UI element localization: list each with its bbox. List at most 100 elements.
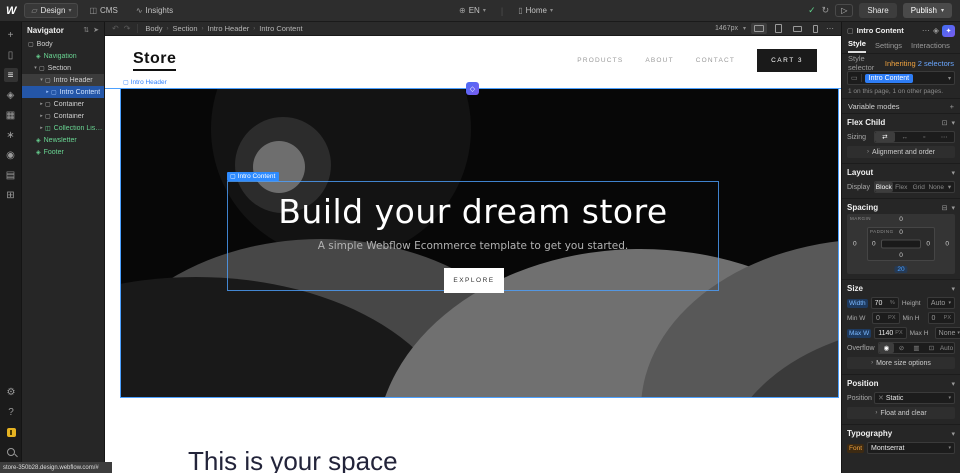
min-width-unit[interactable]: PX xyxy=(888,315,895,321)
chevron-down-icon[interactable]: ▾ xyxy=(951,430,955,438)
create-component-icon[interactable]: ◈ xyxy=(933,26,939,35)
navigator-item-intro-content[interactable]: ▸ ▢ Intro Content xyxy=(22,86,104,98)
expander-icon[interactable]: ▸ xyxy=(38,101,45,107)
max-width-unit[interactable]: PX xyxy=(895,330,902,336)
margin-bottom-value[interactable]: 20 xyxy=(894,266,907,273)
overflow-auto-option[interactable]: Auto xyxy=(939,343,954,353)
redo-icon[interactable]: ↷ xyxy=(124,24,131,33)
navigator-item-section[interactable]: ▾ ▢ Section xyxy=(22,62,104,74)
padding-left-value[interactable]: 0 xyxy=(872,241,876,248)
font-label[interactable]: Font xyxy=(847,444,864,453)
nav-link-about[interactable]: ABOUT xyxy=(645,57,673,64)
overflow-clip-icon[interactable]: ⊡ xyxy=(924,343,939,353)
min-height-unit[interactable]: PX xyxy=(944,315,951,321)
breakpoint-indicator-icon[interactable]: ▭ xyxy=(851,74,862,82)
explore-button[interactable]: EXPLORE xyxy=(444,268,504,293)
insights-button[interactable]: ∿ Insights xyxy=(129,4,180,17)
max-width-input[interactable]: 1140 PX xyxy=(874,327,906,339)
search-icon[interactable] xyxy=(4,445,18,459)
breakpoint-tablet-icon[interactable] xyxy=(772,22,785,35)
add-element-icon[interactable]: + xyxy=(4,28,18,42)
max-width-label[interactable]: Max W xyxy=(847,329,871,338)
max-height-input[interactable]: None ▾ xyxy=(935,327,960,339)
preview-button[interactable]: ▷ xyxy=(835,4,853,17)
class-token[interactable]: Intro Content xyxy=(865,74,913,83)
design-mode-button[interactable]: ▱ Design ▾ xyxy=(24,3,78,18)
width-label[interactable]: Width xyxy=(847,299,868,308)
add-variable-mode-icon[interactable]: + xyxy=(950,102,954,111)
padding-right-value[interactable]: 0 xyxy=(926,241,930,248)
min-width-input[interactable]: 0 PX xyxy=(872,312,900,324)
language-selector[interactable]: ⊕ EN ▾ xyxy=(452,4,493,17)
reset-icon[interactable]: ⊡ xyxy=(942,119,948,127)
display-block-option[interactable]: Block xyxy=(875,182,893,192)
breadcrumb-body[interactable]: Body xyxy=(145,24,162,33)
overflow-visible-eye-icon[interactable]: ◉ xyxy=(879,343,894,353)
expander-icon[interactable]: ▸ xyxy=(38,113,45,119)
undo-icon[interactable]: ↶ xyxy=(112,24,119,33)
chevron-down-icon[interactable]: ▾ xyxy=(951,285,955,293)
apps-icon[interactable]: ⊞ xyxy=(4,188,18,202)
breadcrumb-intro-header[interactable]: Intro Header xyxy=(208,24,250,33)
canvas-width-value[interactable]: 1467px xyxy=(715,25,738,32)
margin-top-value[interactable]: 0 xyxy=(899,216,903,223)
ai-assistant-button[interactable]: ✦ xyxy=(942,25,955,37)
expander-icon[interactable]: ▾ xyxy=(38,77,45,83)
tab-settings[interactable]: Settings xyxy=(875,41,902,53)
components-icon[interactable]: ◈ xyxy=(4,88,18,102)
position-dropdown[interactable]: ✕ Static ▾ xyxy=(874,392,955,404)
chevron-down-icon[interactable]: ▾ xyxy=(951,204,955,212)
breakpoint-desktop-icon[interactable] xyxy=(751,23,767,34)
more-options-icon[interactable]: ⋯ xyxy=(922,26,930,35)
float-and-clear-button[interactable]: › Float and clear xyxy=(847,407,955,419)
settings-gear-icon[interactable]: ⚙ xyxy=(4,385,18,399)
navigator-item-collection-list[interactable]: ▸ ◫ Collection List Wra... xyxy=(22,122,104,134)
navigator-icon[interactable]: ≡ xyxy=(4,68,18,82)
intro-header-section[interactable]: ▢ Intro Content Build your dream store A… xyxy=(120,89,839,398)
libraries-icon[interactable]: ▤ xyxy=(4,168,18,182)
display-flex-option[interactable]: Flex xyxy=(893,182,911,192)
sizing-more-option[interactable]: ⋯ xyxy=(934,132,954,142)
spacing-handle[interactable]: ◇ xyxy=(466,82,479,95)
sizing-shrink-option[interactable]: ⇄ xyxy=(875,132,895,142)
chevron-down-icon[interactable]: ▾ xyxy=(951,119,955,127)
breadcrumb-section[interactable]: Section xyxy=(173,24,198,33)
pages-icon[interactable]: ▯ xyxy=(4,48,18,62)
inherited-selectors-link[interactable]: 2 selectors xyxy=(918,59,954,68)
navigator-item-footer[interactable]: ◈ Footer xyxy=(22,146,104,158)
display-grid-option[interactable]: Grid xyxy=(910,182,928,192)
padding-bottom-value[interactable]: 0 xyxy=(899,252,903,259)
height-input[interactable]: Auto ▾ xyxy=(927,297,955,309)
margin-right-value[interactable]: 0 xyxy=(945,241,949,248)
share-button[interactable]: Share xyxy=(859,3,896,18)
navigator-item-newsletter[interactable]: ◈ Newsletter xyxy=(22,134,104,146)
overflow-scroll-icon[interactable]: ▥ xyxy=(909,343,924,353)
navigator-item-navigation[interactable]: ◈ Navigation xyxy=(22,50,104,62)
pin-icon[interactable]: ➤ xyxy=(93,26,99,34)
min-height-input[interactable]: 0 PX xyxy=(928,312,956,324)
font-dropdown[interactable]: Montserrat ▾ xyxy=(867,442,955,454)
padding-top-value[interactable]: 0 xyxy=(899,229,903,236)
intro-content-selected-element[interactable]: ▢ Intro Content Build your dream store A… xyxy=(227,181,719,291)
alignment-and-order-button[interactable]: › Alignment and order xyxy=(847,146,955,158)
width-unit[interactable]: % xyxy=(890,300,895,306)
navigator-item-container-1[interactable]: ▸ ▢ Container xyxy=(22,98,104,110)
spacing-link-icon[interactable]: ⊟ xyxy=(942,204,948,212)
expander-icon[interactable]: ▾ xyxy=(32,65,39,71)
sizing-fixed-option[interactable]: ▫ xyxy=(915,132,935,142)
margin-left-value[interactable]: 0 xyxy=(853,241,857,248)
navigator-item-intro-header[interactable]: ▾ ▢ Intro Header xyxy=(22,74,104,86)
nav-link-contact[interactable]: CONTACT xyxy=(696,57,735,64)
breadcrumb-intro-content[interactable]: Intro Content xyxy=(259,24,302,33)
overflow-hidden-icon[interactable]: ⊘ xyxy=(894,343,909,353)
breakpoint-phone-portrait-icon[interactable] xyxy=(810,23,821,35)
intro-content-selection-badge[interactable]: ▢ Intro Content xyxy=(227,172,279,181)
breakpoint-phone-landscape-icon[interactable] xyxy=(790,24,805,34)
style-selector-input[interactable]: ▭ Intro Content ▾ xyxy=(847,71,955,85)
assets-icon[interactable]: ◉ xyxy=(4,148,18,162)
interactions-icon[interactable]: ∗ xyxy=(4,128,18,142)
intro-header-selection-badge[interactable]: ▢ Intro Header xyxy=(121,79,169,86)
page-selector[interactable]: ▯ Home ▾ xyxy=(511,4,560,17)
display-none-option[interactable]: None xyxy=(928,182,946,192)
nav-link-products[interactable]: PRODUCTS xyxy=(577,57,623,64)
